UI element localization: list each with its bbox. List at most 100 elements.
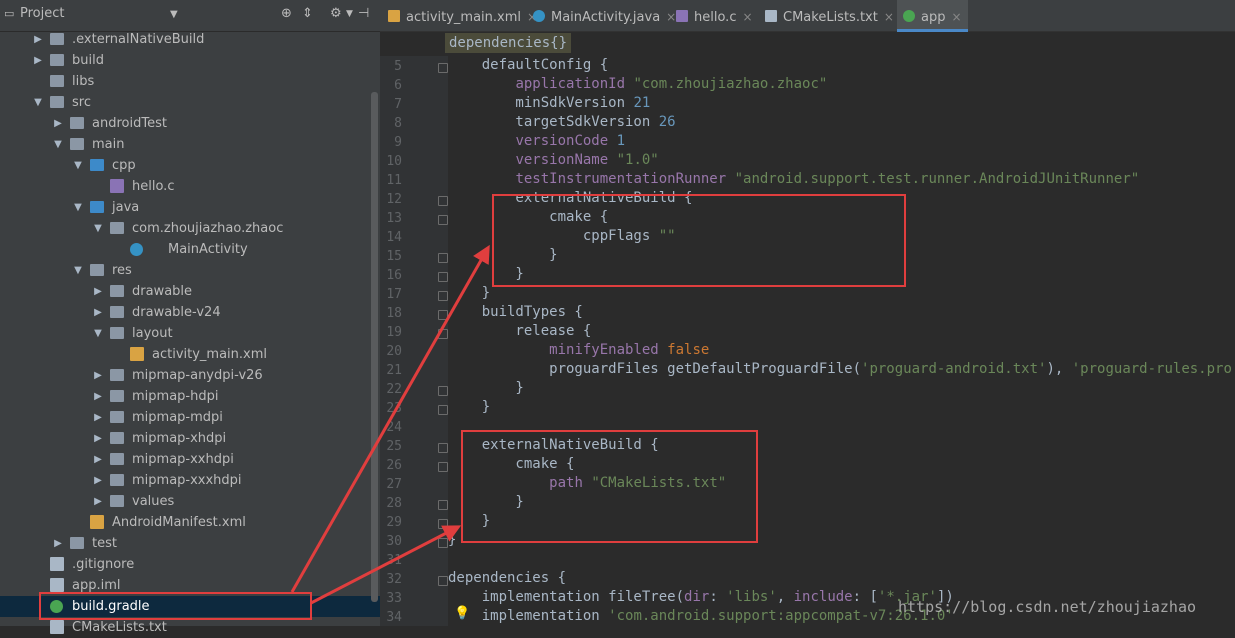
fold-marker-icon[interactable] [438, 215, 448, 225]
tree-item-mainactivity[interactable]: MainActivity [0, 239, 380, 260]
tree-item-com-zhoujiazhao-zhaoc[interactable]: ▼ com.zhoujiazhao.zhaoc [0, 218, 380, 239]
tree-item-res[interactable]: ▼ res [0, 260, 380, 281]
tree-item-androidmanifest-xml[interactable]: AndroidManifest.xml [0, 512, 380, 533]
close-icon[interactable]: × [884, 10, 894, 24]
expand-right-icon[interactable]: ▶ [92, 365, 104, 386]
expand-right-icon[interactable]: ▶ [92, 407, 104, 428]
folder-icon [50, 33, 64, 45]
expand-right-icon[interactable]: ▶ [92, 491, 104, 512]
expand-right-icon[interactable]: ▶ [92, 281, 104, 302]
intention-bulb-icon[interactable]: 💡 [454, 606, 470, 621]
expand-down-icon[interactable]: ▼ [32, 92, 44, 113]
hide-panel-icon[interactable]: ⊣ [358, 6, 369, 21]
fold-marker-icon[interactable] [438, 63, 448, 73]
expand-right-icon[interactable]: ▶ [92, 470, 104, 491]
tree-item-build[interactable]: ▶ build [0, 50, 380, 71]
tree-item-values[interactable]: ▶ values [0, 491, 380, 512]
tab-mainactivity-java[interactable]: MainActivity.java × [533, 0, 676, 32]
fold-marker-icon[interactable] [438, 310, 448, 320]
close-icon[interactable]: × [666, 10, 676, 24]
tree-item-activity-main-xml[interactable]: activity_main.xml [0, 344, 380, 365]
tab-activity-main-xml[interactable]: activity_main.xml × [388, 0, 537, 32]
expand-right-icon[interactable]: ▶ [32, 29, 44, 50]
expand-right-icon[interactable]: ▶ [92, 449, 104, 470]
tab-app[interactable]: app × [897, 0, 968, 32]
tree-item-androidtest[interactable]: ▶ androidTest [0, 113, 380, 134]
fold-marker-icon[interactable] [438, 538, 448, 548]
tree-item-main[interactable]: ▼ main [0, 134, 380, 155]
tree-item-hello-c[interactable]: hello.c [0, 176, 380, 197]
tree-item-cmakelists-txt[interactable]: CMakeLists.txt [0, 617, 380, 638]
code-line: applicationId "com.zhoujiazhao.zhaoc" [515, 76, 828, 92]
tree-item-mipmap-xxxhdpi[interactable]: ▶ mipmap-xxxhdpi [0, 470, 380, 491]
file-icon [50, 578, 64, 592]
fold-marker-icon[interactable] [438, 329, 448, 339]
project-title[interactable]: Project [20, 6, 64, 21]
expand-down-icon[interactable]: ▼ [72, 260, 84, 281]
expand-down-icon[interactable]: ▼ [72, 155, 84, 176]
fold-marker-icon[interactable] [438, 576, 448, 586]
expand-right-icon[interactable]: ▶ [52, 533, 64, 554]
tree-item-src[interactable]: ▼ src [0, 92, 380, 113]
expand-right-icon[interactable]: ▶ [32, 50, 44, 71]
folder-icon [70, 138, 84, 150]
tree-item-test[interactable]: ▶ test [0, 533, 380, 554]
folder-icon [110, 432, 124, 444]
tree-item-gitignore[interactable]: .gitignore [0, 554, 380, 575]
fold-marker-icon[interactable] [438, 519, 448, 529]
tab-hello-c[interactable]: hello.c × [676, 0, 753, 32]
view-dropdown-icon[interactable]: ▼ [170, 9, 178, 20]
tree-item-mipmap-xxhdpi[interactable]: ▶ mipmap-xxhdpi [0, 449, 380, 470]
expand-down-icon[interactable]: ▼ [92, 323, 104, 344]
line-number: 11 [386, 173, 402, 188]
tree-item-build-gradle[interactable]: build.gradle [0, 596, 380, 617]
tab-cmakelists-txt[interactable]: CMakeLists.txt × [765, 0, 894, 32]
expand-right-icon[interactable]: ▶ [92, 386, 104, 407]
fold-marker-icon[interactable] [438, 196, 448, 206]
close-icon[interactable]: × [951, 10, 961, 24]
c-file-icon [110, 179, 124, 193]
fold-marker-icon[interactable] [438, 386, 448, 396]
tree-item-drawable[interactable]: ▶ drawable [0, 281, 380, 302]
tree-item-mipmap-hdpi[interactable]: ▶ mipmap-hdpi [0, 386, 380, 407]
folder-icon [50, 54, 64, 66]
sync-icon[interactable]: ⊕ [281, 6, 292, 21]
gear-dropdown-icon[interactable]: ▼ [346, 9, 353, 19]
tree-item-libs[interactable]: libs [0, 71, 380, 92]
tree-item-externalnativebuild[interactable]: ▶ .externalNativeBuild [0, 29, 380, 50]
tree-item-label: mipmap-mdpi [132, 410, 223, 425]
fold-marker-icon[interactable] [438, 272, 448, 282]
fold-marker-icon[interactable] [438, 253, 448, 263]
fold-marker-icon[interactable] [438, 291, 448, 301]
fold-marker-icon[interactable] [438, 500, 448, 510]
project-scrollbar[interactable] [371, 92, 378, 602]
tree-item-mipmap-xhdpi[interactable]: ▶ mipmap-xhdpi [0, 428, 380, 449]
tree-item-cpp[interactable]: ▼ cpp [0, 155, 380, 176]
expand-right-icon[interactable]: ▶ [92, 302, 104, 323]
tree-item-mipmap-anydpi-v26[interactable]: ▶ mipmap-anydpi-v26 [0, 365, 380, 386]
tree-item-label: java [112, 200, 140, 215]
fold-marker-icon[interactable] [438, 443, 448, 453]
project-view-icon[interactable]: ▭ [4, 7, 14, 20]
breadcrumb[interactable]: dependencies{} [445, 33, 572, 53]
line-number: 34 [386, 610, 402, 625]
expand-right-icon[interactable]: ▶ [92, 428, 104, 449]
tree-item-java[interactable]: ▼ java [0, 197, 380, 218]
tree-item-layout[interactable]: ▼ layout [0, 323, 380, 344]
gear-icon[interactable]: ⚙ [330, 6, 342, 21]
tree-item-drawable-v24[interactable]: ▶ drawable-v24 [0, 302, 380, 323]
fold-marker-icon[interactable] [438, 462, 448, 472]
expand-down-icon[interactable]: ▼ [92, 218, 104, 239]
folder-icon [110, 285, 124, 297]
collapse-icon[interactable]: ⇕ [302, 6, 313, 21]
tree-item-label: mipmap-xhdpi [132, 431, 227, 446]
expand-down-icon[interactable]: ▼ [52, 134, 64, 155]
code-line: dependencies { [448, 570, 567, 586]
expand-right-icon[interactable]: ▶ [52, 113, 64, 134]
close-icon[interactable]: × [742, 10, 752, 24]
fold-marker-icon[interactable] [438, 405, 448, 415]
tree-item-app-iml[interactable]: app.iml [0, 575, 380, 596]
expand-down-icon[interactable]: ▼ [72, 197, 84, 218]
tree-item-mipmap-mdpi[interactable]: ▶ mipmap-mdpi [0, 407, 380, 428]
editor-area: activity_main.xml × MainActivity.java × hell… [380, 0, 1235, 626]
